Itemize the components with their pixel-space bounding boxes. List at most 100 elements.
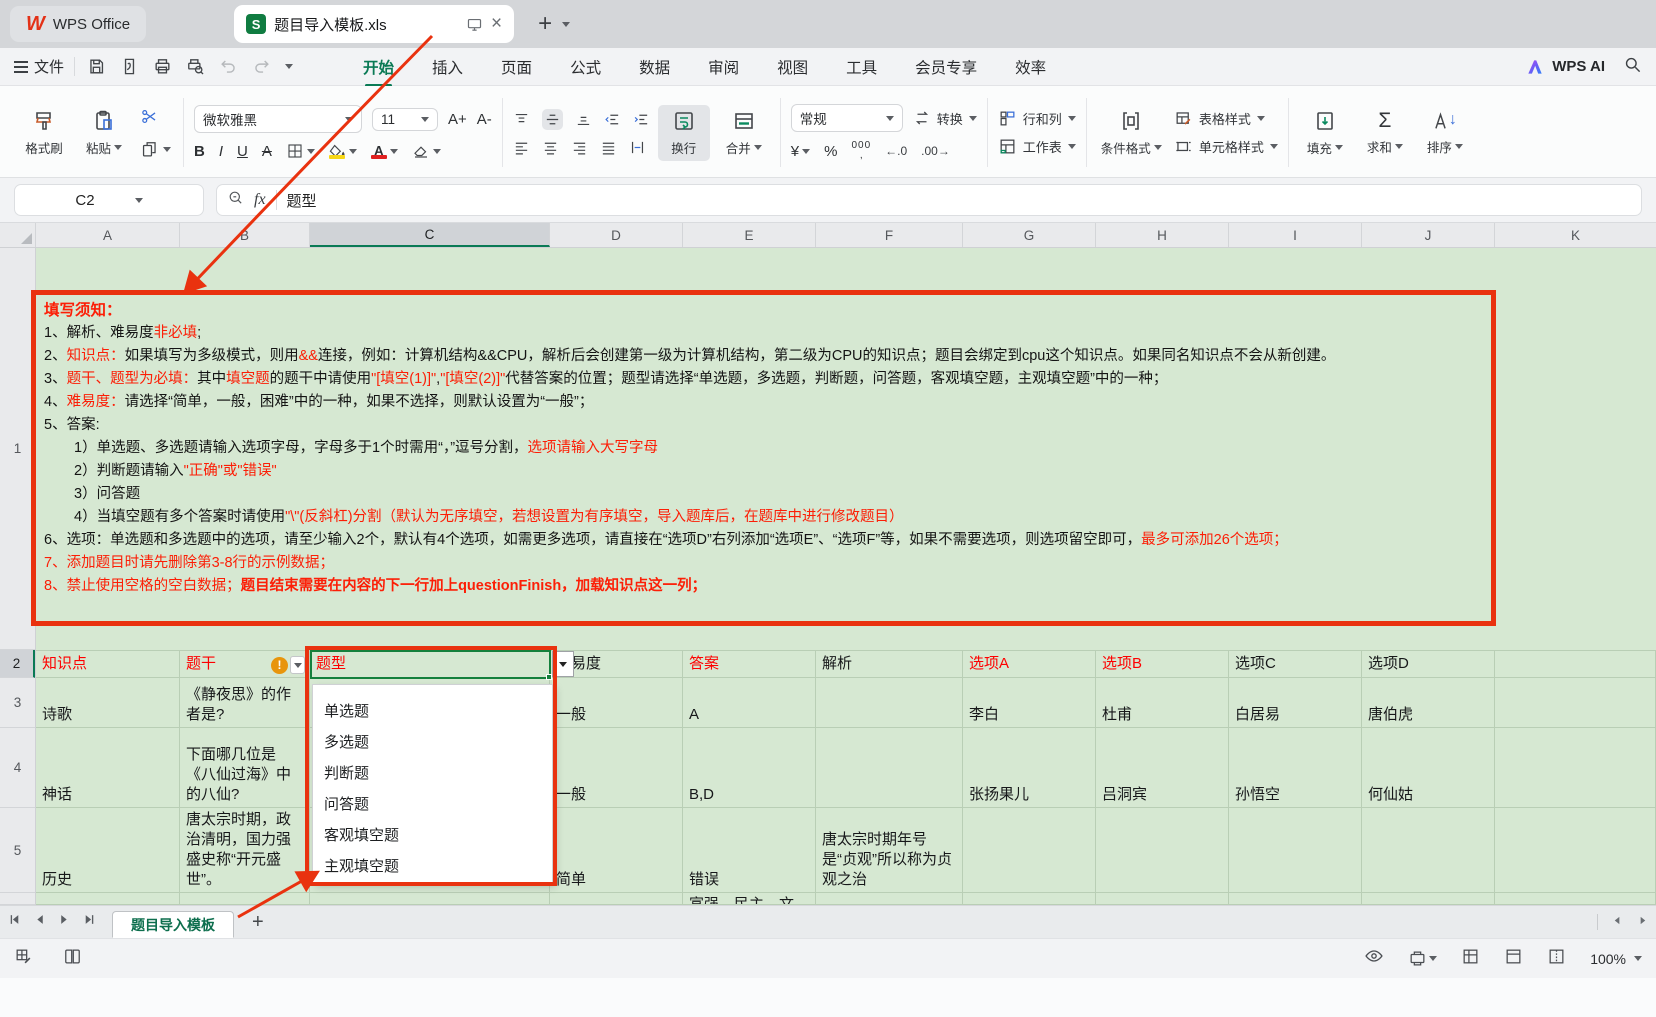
cell-J5[interactable]: [1362, 808, 1495, 893]
header-cell-C[interactable]: 题型: [310, 650, 550, 678]
dropdown-item-客观填空题[interactable]: 客观填空题: [313, 820, 552, 851]
decrease-font-button[interactable]: A-: [477, 111, 492, 128]
column-header-G[interactable]: G: [963, 223, 1096, 247]
header-cell-H[interactable]: 选项B: [1096, 650, 1229, 678]
export-pdf-icon[interactable]: [120, 57, 139, 76]
paste-button[interactable]: 粘贴: [78, 105, 130, 161]
cell-I5[interactable]: [1229, 808, 1362, 893]
cell-H3[interactable]: 杜甫: [1096, 678, 1229, 728]
cell-G4[interactable]: 张扬果儿: [963, 728, 1096, 808]
fill-color-button[interactable]: [329, 144, 357, 159]
table-style-button[interactable]: 表格样式: [1174, 109, 1278, 128]
menu-tab-会员专享[interactable]: 会员专享: [913, 49, 979, 85]
cell-G6[interactable]: [963, 893, 1096, 905]
cell-C6[interactable]: [310, 893, 550, 905]
menu-tab-页面[interactable]: 页面: [499, 49, 534, 85]
document-tab[interactable]: S 题目导入模板.xls ×: [234, 5, 514, 43]
cell-A3[interactable]: 诗歌: [36, 678, 180, 728]
cell-I6[interactable]: [1229, 893, 1362, 905]
header-cell-B[interactable]: 题干!: [180, 650, 310, 678]
decrease-indent-button[interactable]: [604, 111, 621, 128]
add-sheet-button[interactable]: +: [252, 911, 264, 934]
quick-access-more-icon[interactable]: [285, 64, 293, 69]
next-sheet-icon[interactable]: [58, 913, 71, 931]
cell-G5[interactable]: [963, 808, 1096, 893]
menu-tab-审阅[interactable]: 审阅: [706, 49, 741, 85]
font-size-select[interactable]: 11: [372, 108, 438, 131]
cell-D3[interactable]: 一般: [550, 678, 683, 728]
first-sheet-icon[interactable]: [8, 913, 21, 931]
format-painter-button[interactable]: 格式刷: [18, 105, 70, 161]
page-layout-view-icon[interactable]: [1504, 947, 1523, 971]
font-name-select[interactable]: 微软雅黑: [194, 105, 362, 133]
convert-button[interactable]: 转换: [913, 109, 977, 128]
redo-icon[interactable]: [252, 57, 271, 76]
last-sheet-icon[interactable]: [83, 913, 96, 931]
cell-J4[interactable]: 何仙姑: [1362, 728, 1495, 808]
eraser-button[interactable]: [412, 142, 441, 160]
save-icon[interactable]: [87, 57, 106, 76]
merge-cells-button[interactable]: 合并: [718, 105, 770, 161]
strikethrough-button[interactable]: A: [262, 143, 272, 160]
zoom-formula-icon[interactable]: [227, 189, 244, 211]
tab-list-chevron-icon[interactable]: [562, 22, 570, 27]
menu-tab-数据[interactable]: 数据: [637, 49, 672, 85]
currency-format-button[interactable]: ¥: [791, 143, 810, 160]
cell-F6[interactable]: [816, 893, 963, 905]
cut-button[interactable]: [138, 105, 161, 128]
header-cell-G[interactable]: 选项A: [963, 650, 1096, 678]
row-header-4[interactable]: 4: [0, 728, 35, 808]
cell-A5[interactable]: 历史: [36, 808, 180, 893]
cell-F3[interactable]: [816, 678, 963, 728]
dropdown-item-多选题[interactable]: 多选题: [313, 727, 552, 758]
cell-B3[interactable]: 《静夜思》的作者是?: [180, 678, 310, 728]
previous-sheet-icon[interactable]: [33, 913, 46, 931]
italic-button[interactable]: I: [219, 143, 223, 160]
search-icon[interactable]: [1623, 55, 1642, 79]
dropdown-item-问答题[interactable]: 问答题: [313, 789, 552, 820]
header-cell-K[interactable]: [1495, 650, 1656, 678]
column-header-C[interactable]: C: [310, 223, 550, 247]
zoom-control[interactable]: 100%: [1590, 951, 1642, 967]
column-header-H[interactable]: H: [1096, 223, 1229, 247]
conditional-format-button[interactable]: 条件格式: [1097, 105, 1166, 161]
increase-decimal-button[interactable]: ←.0: [885, 144, 907, 158]
cell-F5[interactable]: 唐太宗时期年号是“贞观”所以称为贞观之治: [816, 808, 963, 893]
cell-I4[interactable]: 孙悟空: [1229, 728, 1362, 808]
cell-settings-icon[interactable]: [14, 947, 33, 971]
align-bottom-button[interactable]: [575, 111, 592, 128]
align-top-button[interactable]: [513, 111, 530, 128]
increase-indent-button[interactable]: [633, 111, 650, 128]
cell-F4[interactable]: [816, 728, 963, 808]
rows-columns-button[interactable]: 行和列: [998, 109, 1076, 128]
menu-tab-插入[interactable]: 插入: [430, 49, 465, 85]
dropdown-item-主观填空题[interactable]: 主观填空题: [313, 851, 552, 882]
cell-E6[interactable]: 富强、民主、文: [683, 893, 816, 905]
sum-button[interactable]: Σ 求和: [1359, 106, 1411, 160]
column-header-K[interactable]: K: [1495, 223, 1656, 247]
underline-button[interactable]: U: [237, 143, 248, 160]
header-dropdown-icon[interactable]: [290, 656, 305, 674]
row-header-3[interactable]: 3: [0, 678, 35, 728]
column-header-A[interactable]: A: [36, 223, 180, 247]
decrease-decimal-button[interactable]: .00→: [921, 144, 950, 158]
menu-tab-公式[interactable]: 公式: [568, 49, 603, 85]
warning-icon[interactable]: !: [271, 657, 288, 674]
cell-H5[interactable]: [1096, 808, 1229, 893]
cell-K6[interactable]: [1495, 893, 1656, 905]
font-color-button[interactable]: A: [371, 144, 398, 159]
new-tab-button[interactable]: +: [538, 14, 552, 34]
cell-B6[interactable]: [180, 893, 310, 905]
align-middle-button[interactable]: [542, 109, 563, 130]
cell-D6[interactable]: [550, 893, 683, 905]
close-tab-icon[interactable]: ×: [491, 13, 502, 35]
cell-E3[interactable]: A: [683, 678, 816, 728]
cell-J6[interactable]: [1362, 893, 1495, 905]
cell-A6[interactable]: [36, 893, 180, 905]
fill-button[interactable]: 填充: [1299, 105, 1351, 161]
wrap-text-button[interactable]: 换行: [658, 105, 710, 161]
column-header-E[interactable]: E: [683, 223, 816, 247]
select-all-corner[interactable]: [0, 223, 36, 247]
row-header-6[interactable]: [0, 893, 35, 905]
increase-font-button[interactable]: A+: [448, 111, 467, 128]
